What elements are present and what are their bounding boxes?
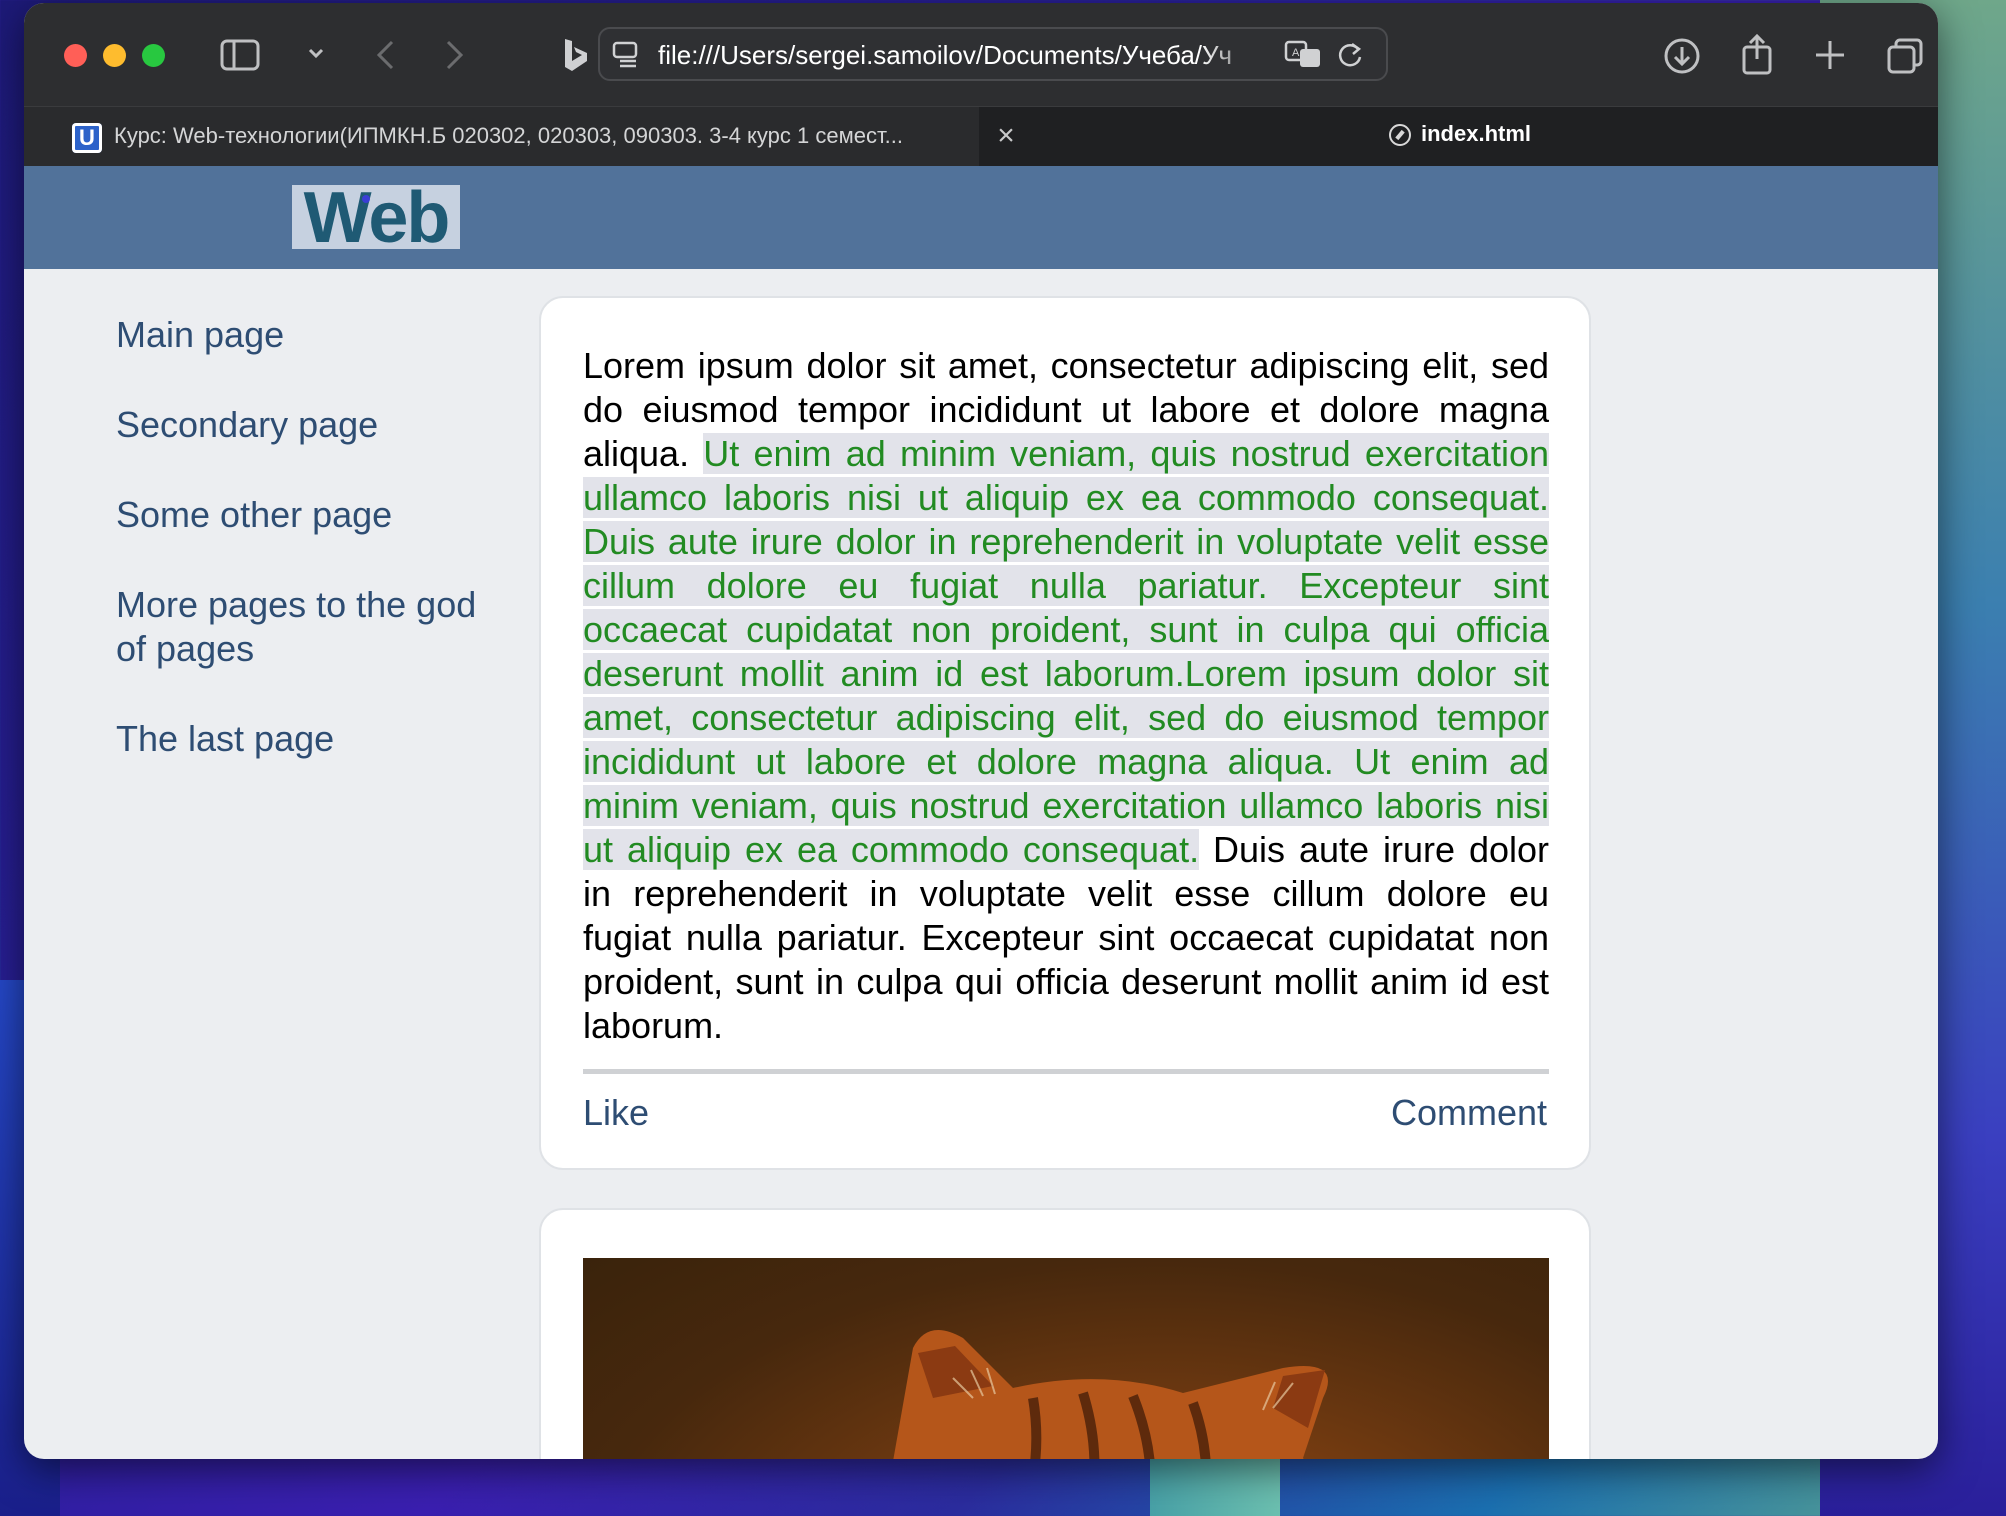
logo-dot [362, 195, 370, 203]
browser-toolbar: file:///Users/sergei.samoilov/Documents/… [24, 3, 1938, 106]
site-header: Web [24, 166, 1938, 269]
post-text: Lorem ipsum dolor sit amet, consectetur … [583, 344, 1549, 1048]
nav-link-last-page[interactable]: The last page [116, 717, 516, 761]
close-tab-icon[interactable]: × [991, 119, 1021, 153]
post-divider [583, 1069, 1549, 1074]
new-tab-icon[interactable] [1814, 39, 1846, 71]
share-icon[interactable] [1740, 33, 1774, 75]
back-arrow-icon[interactable] [374, 39, 396, 71]
like-link[interactable]: Like [583, 1091, 649, 1135]
bing-icon[interactable] [562, 37, 590, 75]
url-text[interactable]: file:///Users/sergei.samoilov/Documents/… [658, 40, 1258, 70]
reload-icon[interactable] [1336, 40, 1364, 70]
cat-photo [583, 1258, 1549, 1459]
translate-icon[interactable]: A [1284, 39, 1322, 69]
nav-link-secondary-page[interactable]: Secondary page [116, 403, 516, 447]
tab-bar: U Курс: Web-технологии(ИПМКН.Б 020302, 0… [24, 106, 1938, 167]
tab-course[interactable]: U Курс: Web-технологии(ИПМКН.Б 020302, 0… [24, 107, 979, 167]
compass-icon [1389, 124, 1411, 147]
tab-course-title: Курс: Web-технологии(ИПМКН.Б 020302, 020… [114, 123, 903, 148]
comment-link[interactable]: Comment [1391, 1091, 1547, 1135]
sidebar-toggle-icon[interactable] [220, 39, 260, 71]
svg-text:A: A [1292, 47, 1300, 59]
nav-link-main-page[interactable]: Main page [116, 313, 516, 357]
page-menu-icon[interactable] [612, 41, 638, 69]
tab-index[interactable]: index.html [1389, 121, 1531, 155]
university-favicon-icon: U [72, 123, 102, 153]
url-fade [1200, 33, 1270, 75]
sidebar-nav: Main page Secondary page Some other page… [116, 313, 516, 807]
nav-link-more-pages[interactable]: More pages to the god of pages [116, 583, 516, 671]
close-window-button[interactable] [64, 44, 87, 67]
logo-text: Web [303, 178, 451, 258]
browser-window: file:///Users/sergei.samoilov/Documents/… [24, 3, 1938, 1459]
tab-overview-icon[interactable] [1886, 37, 1924, 75]
forward-arrow-icon[interactable] [444, 39, 466, 71]
nav-link-some-other-page[interactable]: Some other page [116, 493, 516, 537]
site-logo[interactable]: Web [292, 182, 460, 254]
minimize-window-button[interactable] [103, 44, 126, 67]
zoom-window-button[interactable] [142, 44, 165, 67]
tab-index-title: index.html [1421, 121, 1532, 146]
photo-card [539, 1208, 1591, 1459]
download-icon[interactable] [1663, 37, 1701, 75]
post-card: Lorem ipsum dolor sit amet, consectetur … [539, 296, 1591, 1170]
url-bar[interactable]: file:///Users/sergei.samoilov/Documents/… [598, 27, 1388, 81]
cat-illustration [893, 1330, 1328, 1459]
chevron-down-icon[interactable] [308, 47, 324, 59]
post-text-selected: Ut enim ad minim veniam, quis nostrud ex… [583, 433, 1549, 870]
